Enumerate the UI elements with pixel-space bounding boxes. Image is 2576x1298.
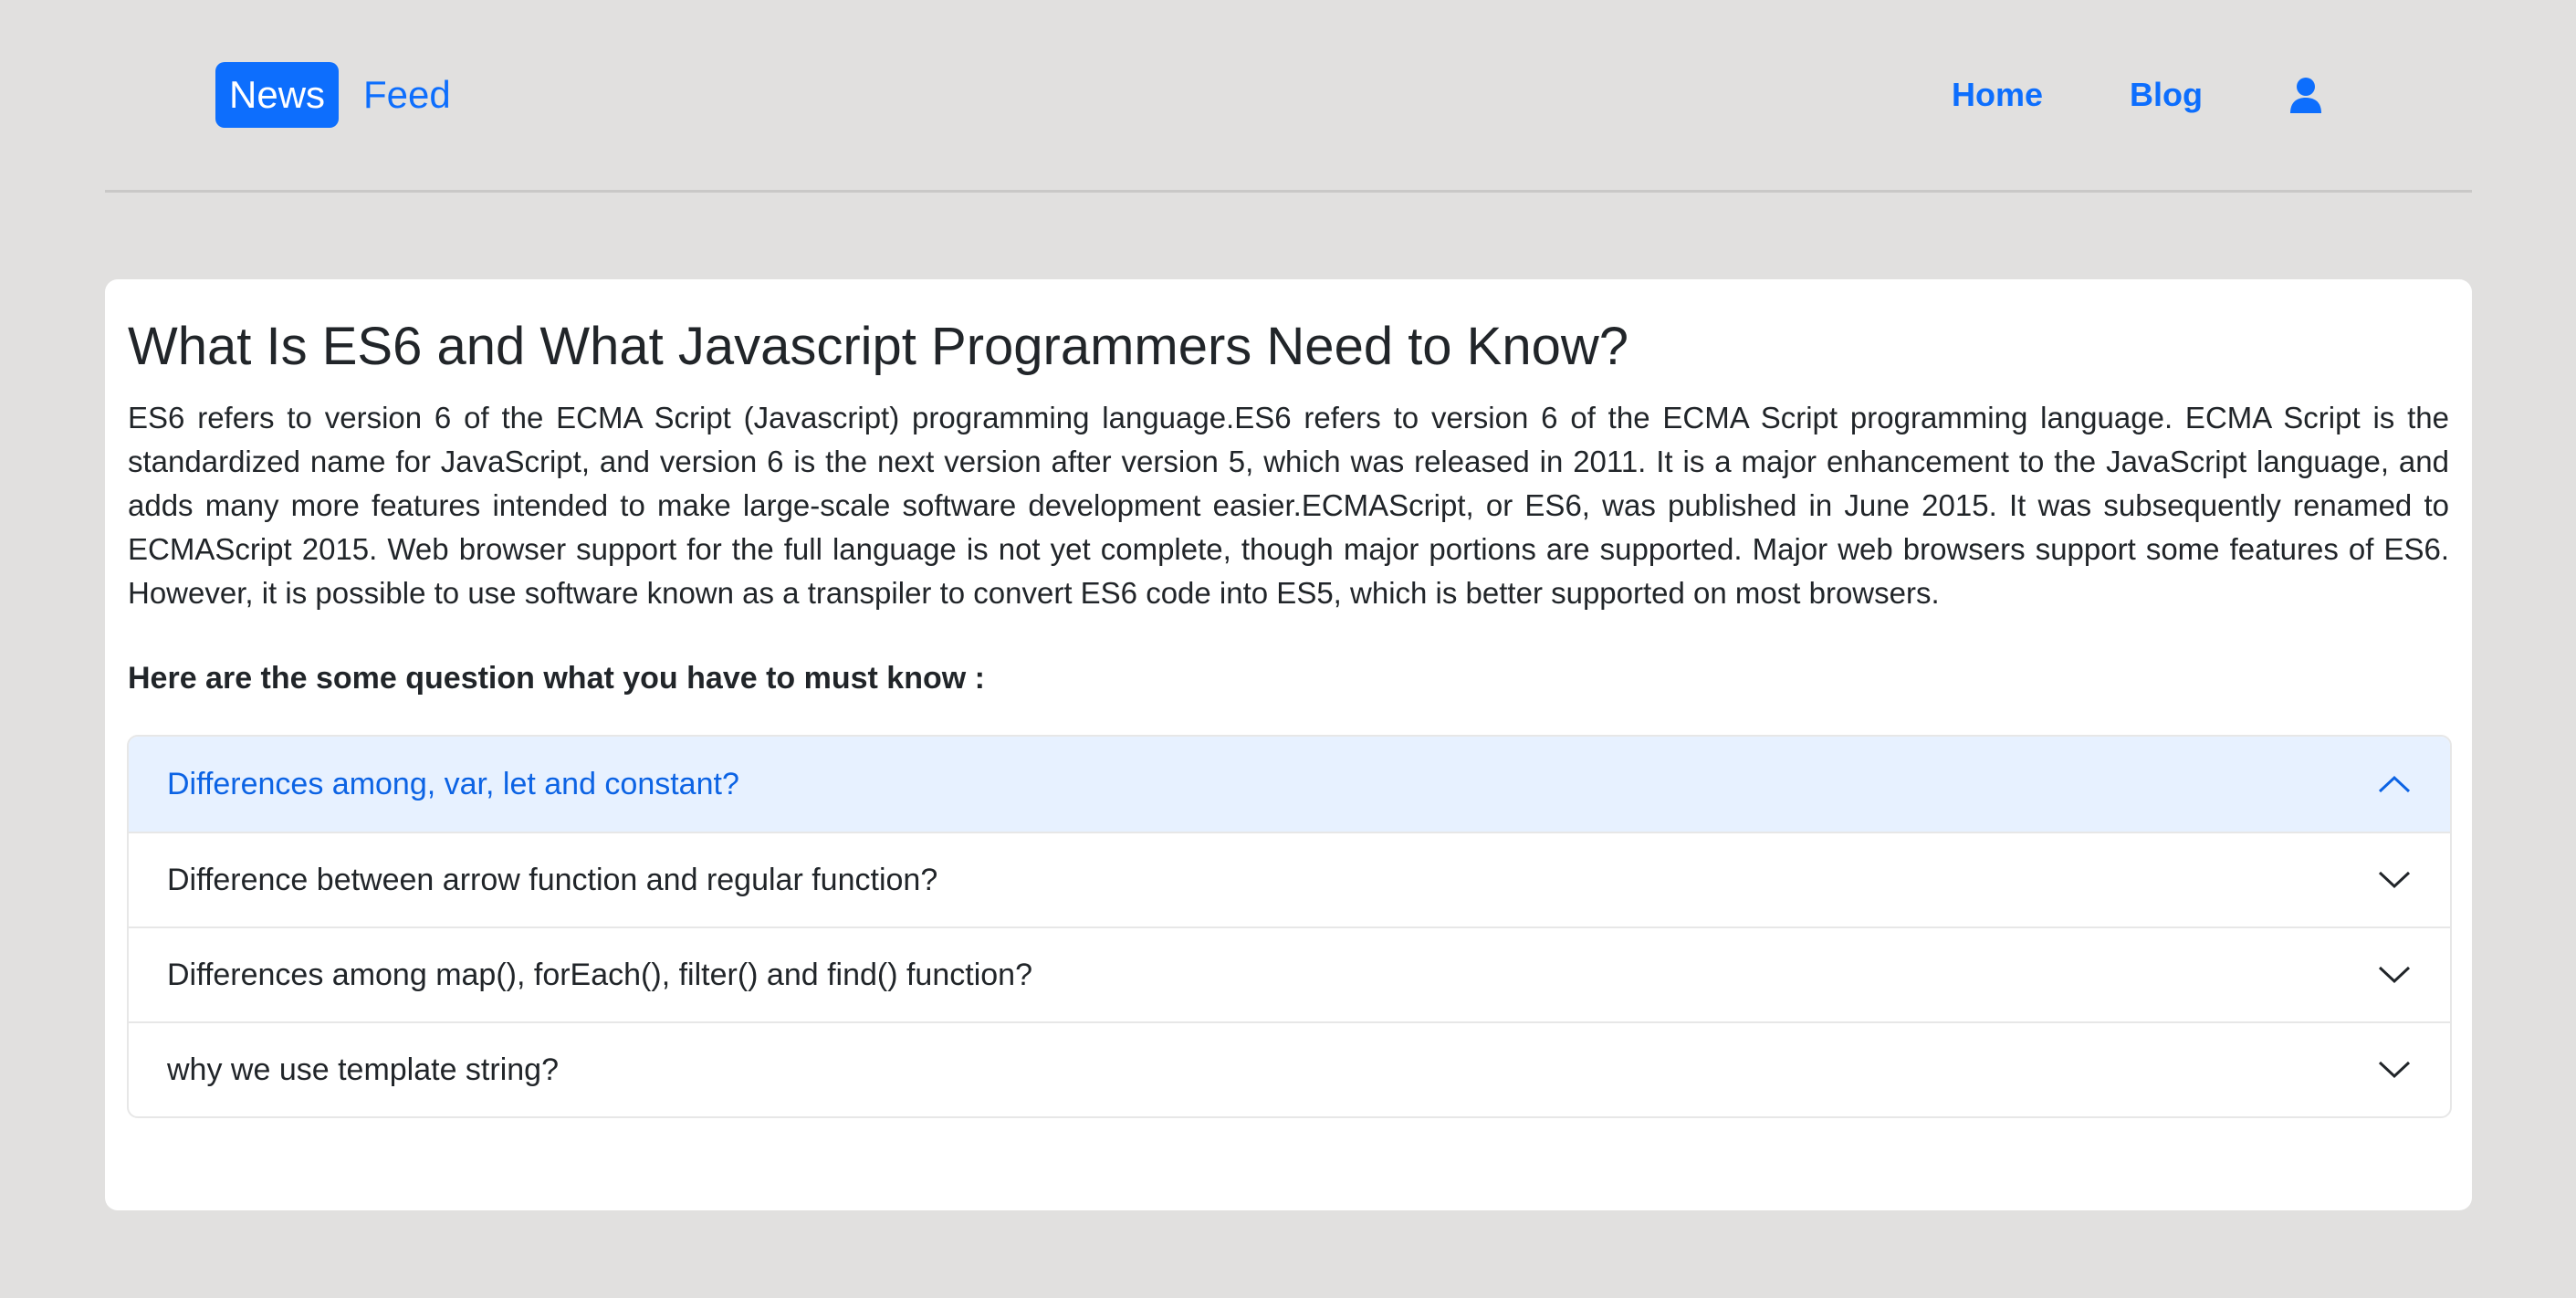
chevron-up-icon (2378, 775, 2411, 793)
article-title: What Is ES6 and What Javascript Programm… (128, 317, 1629, 376)
accordion-item-arrow-function[interactable]: Difference between arrow function and re… (129, 832, 2450, 926)
chevron-down-icon (2378, 871, 2411, 889)
article-card: What Is ES6 and What Javascript Programm… (105, 279, 2472, 1210)
brand-text: Feed (363, 73, 451, 116)
user-icon[interactable] (2289, 77, 2322, 113)
chevron-down-icon (2378, 966, 2411, 984)
faq-accordion: Differences among, var, let and constant… (127, 735, 2452, 1118)
accordion-question: Differences among, var, let and constant… (167, 766, 739, 801)
brand-logo[interactable]: News Feed (215, 62, 451, 128)
accordion-question: why we use template string? (167, 1052, 559, 1087)
accordion-question: Difference between arrow function and re… (167, 862, 938, 897)
article-body: ES6 refers to version 6 of the ECMA Scri… (128, 401, 2449, 610)
chevron-down-icon (2378, 1061, 2411, 1079)
accordion-item-var-let-const[interactable]: Differences among, var, let and constant… (129, 737, 2450, 832)
questions-heading: Here are the some question what you have… (128, 661, 985, 696)
nav-link-home[interactable]: Home (1952, 69, 2043, 120)
nav-links: Home Blog (1952, 69, 2322, 120)
nav-link-blog[interactable]: Blog (2130, 69, 2203, 120)
accordion-item-template-string[interactable]: why we use template string? (129, 1021, 2450, 1116)
accordion-question: Differences among map(), forEach(), filt… (167, 957, 1032, 992)
accordion-item-array-methods[interactable]: Differences among map(), forEach(), filt… (129, 926, 2450, 1021)
brand-badge: News (215, 62, 340, 128)
navbar: News Feed Home Blog (105, 0, 2472, 193)
